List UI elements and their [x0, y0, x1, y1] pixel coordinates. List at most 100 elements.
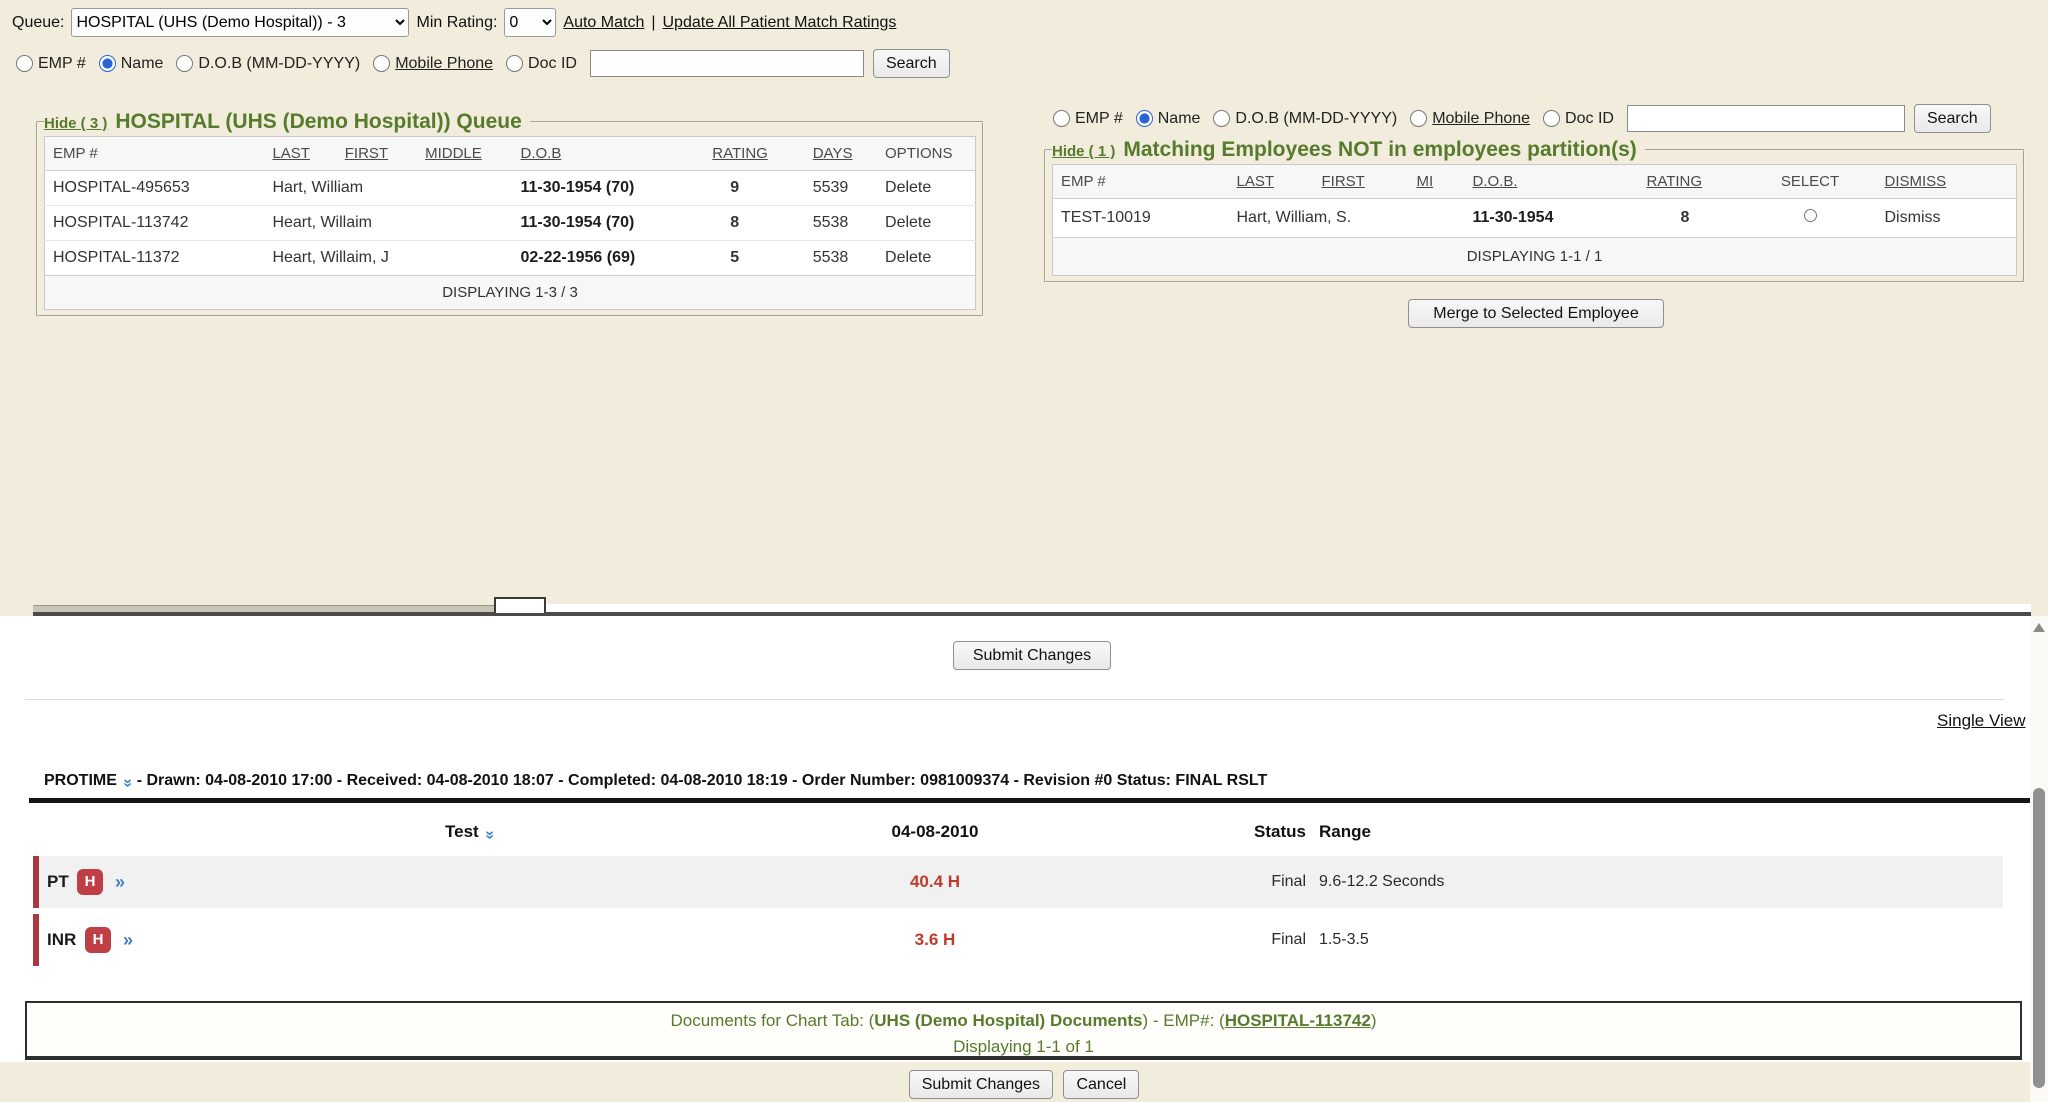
section-divider: [25, 699, 2005, 700]
result-range: 9.6-12.2 Seconds: [1319, 873, 1444, 891]
col-rating[interactable]: RATING: [704, 137, 804, 171]
delete-action[interactable]: Delete: [877, 171, 975, 206]
panel-divider: [29, 798, 2030, 803]
scrollbar-thumb[interactable]: [2033, 788, 2045, 1088]
emp-number-radio-label: EMP #: [38, 55, 86, 73]
col-days[interactable]: DAYS: [805, 137, 877, 171]
col-dismiss[interactable]: DISMISS: [1868, 165, 2017, 199]
result-row-pt: PT H » 40.4 H Final 9.6-12.2 Seconds: [33, 856, 2003, 908]
result-range: 1.5-3.5: [1319, 931, 1369, 949]
patient-name: Hart, William: [264, 171, 512, 206]
emp-number: HOSPITAL-113742: [45, 206, 265, 241]
match-rating: 8: [1639, 199, 1753, 238]
col-mi[interactable]: MI: [1409, 165, 1465, 199]
matching-panel: Hide ( 1 ) Matching Employees NOT in emp…: [1044, 138, 2025, 283]
emp-number-radio[interactable]: [1053, 110, 1070, 127]
sort-test-icon[interactable]: »: [482, 831, 498, 840]
emp-number: HOSPITAL-495653: [45, 171, 265, 206]
paging-status: DISPLAYING 1-1 / 1: [1053, 238, 2017, 276]
col-dob[interactable]: D.O.B.: [1465, 165, 1639, 199]
queue-table: EMP # LAST FIRST MIDDLE D.O.B RATING DAY…: [44, 136, 976, 310]
col-select: SELECT: [1753, 165, 1868, 199]
documents-banner: Documents for Chart Tab: (UHS (Demo Hosp…: [25, 1001, 2022, 1060]
auto-match-link[interactable]: Auto Match: [563, 14, 644, 32]
dob-radio-label: D.O.B (MM-DD-YYYY): [198, 55, 360, 73]
min-rating-select[interactable]: 0: [504, 8, 556, 37]
dob-radio[interactable]: [1213, 110, 1230, 127]
col-last[interactable]: LAST: [1229, 165, 1314, 199]
result-panel-header: PROTIME » - Drawn: 04-08-2010 17:00 - Re…: [44, 772, 1267, 791]
delete-action[interactable]: Delete: [877, 206, 975, 241]
patient-dob: 11-30-1954 (70): [512, 206, 704, 241]
queue-panel-title: HOSPITAL (UHS (Demo Hospital)) Queue: [115, 110, 521, 134]
expand-result-icon[interactable]: »: [115, 873, 125, 891]
select-employee-radio[interactable]: [1804, 209, 1817, 222]
merge-to-selected-button[interactable]: Merge to Selected Employee: [1408, 299, 1664, 328]
cancel-button[interactable]: Cancel: [1063, 1070, 1139, 1099]
queue-bar: Queue: HOSPITAL (UHS (Demo Hospital)) - …: [12, 8, 896, 37]
patient-match-page: Queue: HOSPITAL (UHS (Demo Hospital)) - …: [0, 0, 2048, 1102]
mobile-phone-radio[interactable]: [373, 55, 390, 72]
col-emp: EMP #: [45, 137, 265, 171]
search-button[interactable]: Search: [873, 49, 950, 78]
vertical-scrollbar[interactable]: [2030, 616, 2048, 1102]
queue-select[interactable]: HOSPITAL (UHS (Demo Hospital)) - 3: [71, 8, 409, 37]
hide-matching-link[interactable]: Hide ( 1 ): [1052, 143, 1115, 160]
col-emp: EMP #: [1053, 165, 1229, 199]
col-first[interactable]: FIRST: [337, 137, 417, 171]
submit-changes-button[interactable]: Submit Changes: [909, 1070, 1053, 1099]
queue-panel: Hide ( 3 ) HOSPITAL (UHS (Demo Hospital)…: [36, 110, 984, 317]
delete-action[interactable]: Delete: [877, 241, 975, 276]
results-col-range: Range: [1319, 822, 1371, 842]
min-rating-label: Min Rating:: [416, 14, 497, 32]
name-radio[interactable]: [99, 55, 116, 72]
doc-id-radio[interactable]: [506, 55, 523, 72]
result-status: Final: [1240, 931, 1306, 949]
employee-dob: 11-30-1954: [1465, 199, 1639, 238]
emp-number: TEST-10019: [1053, 199, 1229, 238]
emp-number-radio[interactable]: [16, 55, 33, 72]
matching-table: EMP # LAST FIRST MI D.O.B. RATING SELECT…: [1052, 164, 2017, 276]
name-radio[interactable]: [1136, 110, 1153, 127]
days-count: 5539: [805, 171, 877, 206]
expand-panel-icon[interactable]: »: [120, 779, 136, 788]
table-row: HOSPITAL-495653 Hart, William 11-30-1954…: [45, 171, 976, 206]
dob-radio[interactable]: [176, 55, 193, 72]
doc-id-radio[interactable]: [1543, 110, 1560, 127]
scroll-up-icon[interactable]: [2033, 623, 2045, 632]
test-name: INR: [47, 930, 76, 950]
search-button[interactable]: Search: [1914, 104, 1991, 133]
result-value: 3.6 H: [880, 930, 990, 950]
match-rating: 9: [704, 171, 804, 206]
search-input[interactable]: [1627, 105, 1905, 132]
col-last[interactable]: LAST: [264, 137, 336, 171]
col-middle[interactable]: MIDDLE: [417, 137, 512, 171]
results-col-date: 04-08-2010: [880, 822, 990, 842]
dismiss-action[interactable]: Dismiss: [1868, 199, 2017, 238]
single-view-link[interactable]: Single View: [1937, 711, 2026, 731]
emp-number-link[interactable]: HOSPITAL-113742: [1225, 1011, 1371, 1030]
submit-changes-button[interactable]: Submit Changes: [953, 641, 1111, 670]
emp-number-radio-label: EMP #: [1075, 110, 1123, 128]
test-name: PT: [47, 872, 69, 892]
hide-queue-link[interactable]: Hide ( 3 ): [44, 115, 107, 132]
col-dob[interactable]: D.O.B: [512, 137, 704, 171]
panel-title: PROTIME: [44, 772, 117, 789]
matching-panel-title: Matching Employees NOT in employees part…: [1123, 138, 1636, 162]
update-all-ratings-link[interactable]: Update All Patient Match Ratings: [663, 14, 897, 32]
search-input[interactable]: [590, 50, 864, 77]
days-count: 5538: [805, 241, 877, 276]
doc-id-radio-label: Doc ID: [1565, 110, 1614, 128]
emp-number: HOSPITAL-11372: [45, 241, 265, 276]
doc-id-radio-label: Doc ID: [528, 55, 577, 73]
col-first[interactable]: FIRST: [1314, 165, 1409, 199]
name-radio-label: Name: [121, 55, 164, 73]
panel-meta: - Drawn: 04-08-2010 17:00 - Received: 04…: [137, 772, 1268, 789]
search-bar-left: EMP # Name D.O.B (MM-DD-YYYY) Mobile Pho…: [16, 49, 950, 78]
result-row-inr: INR H » 3.6 H Final 1.5-3.5: [33, 914, 2003, 966]
col-rating[interactable]: RATING: [1639, 165, 1753, 199]
mobile-phone-radio[interactable]: [1410, 110, 1427, 127]
clipped-element: [494, 597, 546, 613]
expand-result-icon[interactable]: »: [123, 931, 133, 949]
documents-paging: Displaying 1-1 of 1: [27, 1034, 2020, 1060]
